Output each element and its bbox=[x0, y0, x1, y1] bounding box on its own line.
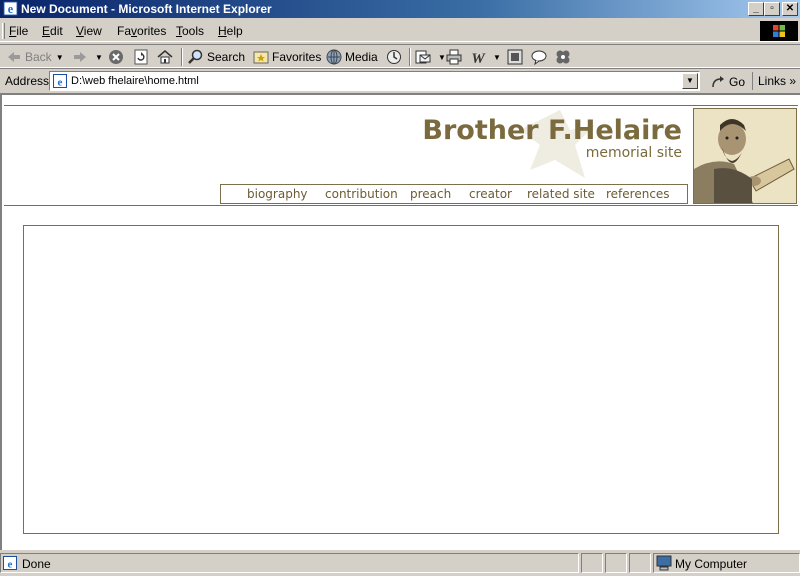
bearded-man-portrait-icon bbox=[694, 109, 796, 203]
svg-text:W: W bbox=[471, 51, 486, 65]
status-panel-main: e Done bbox=[0, 553, 579, 573]
home-button[interactable] bbox=[157, 48, 176, 66]
menu-view[interactable]: View bbox=[76, 24, 102, 38]
close-button[interactable]: ✕ bbox=[782, 2, 798, 16]
favorites-button[interactable]: Favorites bbox=[253, 48, 321, 66]
butterfly-icon bbox=[556, 50, 570, 64]
print-button[interactable] bbox=[446, 48, 465, 66]
status-text: Done bbox=[22, 557, 51, 571]
page-done-icon: e bbox=[3, 556, 17, 570]
mail-button[interactable]: ▼ bbox=[415, 48, 446, 66]
zone-text: My Computer bbox=[675, 557, 748, 571]
edit-dropdown-icon[interactable]: ▼ bbox=[493, 53, 501, 62]
forward-arrow-icon bbox=[74, 52, 86, 62]
header-top-rule bbox=[4, 105, 798, 106]
window-title: New Document - Microsoft Internet Explor… bbox=[21, 2, 272, 16]
address-label: Address bbox=[5, 74, 50, 88]
chevron-right-icon: » bbox=[789, 74, 797, 88]
main-content-box bbox=[23, 225, 779, 534]
edit-word-button[interactable]: W ▼ bbox=[470, 48, 501, 66]
svg-text:e: e bbox=[58, 77, 63, 89]
mail-icon bbox=[415, 50, 431, 64]
status-panel-privacy bbox=[629, 553, 651, 573]
title-bar[interactable]: e New Document - Microsoft Internet Expl… bbox=[0, 0, 800, 18]
search-button[interactable]: Search bbox=[188, 48, 245, 66]
print-icon bbox=[446, 49, 462, 65]
menu-grip[interactable] bbox=[2, 23, 5, 39]
menu-file[interactable]: File bbox=[9, 24, 28, 38]
header-bottom-rule bbox=[4, 205, 798, 206]
nav-preach[interactable]: preach bbox=[410, 187, 451, 201]
address-dropdown-button[interactable]: ▼ bbox=[682, 73, 698, 89]
address-input[interactable]: e D:\web fhelaire\home.html ▼ bbox=[49, 71, 700, 91]
site-nav: biography contribution preach creator re… bbox=[220, 184, 688, 204]
research-button[interactable] bbox=[555, 48, 574, 66]
go-button[interactable]: Go bbox=[710, 74, 745, 90]
stop-icon bbox=[109, 50, 123, 64]
page-viewport[interactable]: Brother F.Helaire memorial site biograph… bbox=[0, 93, 800, 550]
favorites-icon bbox=[253, 51, 269, 64]
nav-contribution[interactable]: contribution bbox=[325, 187, 398, 201]
menu-tools[interactable]: Tools bbox=[176, 24, 204, 38]
status-panel-progress bbox=[581, 553, 603, 573]
status-panel-lock bbox=[605, 553, 627, 573]
address-bar: Address e D:\web fhelaire\home.html ▼ Go… bbox=[0, 68, 800, 92]
nav-creator[interactable]: creator bbox=[469, 187, 512, 201]
messenger-button[interactable] bbox=[531, 48, 550, 66]
toolbar-separator bbox=[409, 48, 411, 66]
site-title: Brother F.Helaire bbox=[422, 115, 682, 146]
stop-button[interactable] bbox=[108, 48, 127, 66]
history-button[interactable] bbox=[386, 48, 405, 66]
media-button[interactable]: Media bbox=[326, 48, 378, 66]
portrait-photo bbox=[693, 108, 797, 204]
menu-help[interactable]: Help bbox=[218, 24, 243, 38]
word-icon: W bbox=[471, 51, 486, 65]
windows-logo-icon bbox=[773, 25, 785, 37]
address-url: D:\web fhelaire\home.html bbox=[71, 75, 199, 87]
toolbar-separator bbox=[181, 48, 183, 66]
refresh-button[interactable] bbox=[133, 48, 152, 66]
chat-bubble-icon bbox=[531, 50, 547, 65]
go-arrow-icon bbox=[712, 76, 724, 88]
status-panel-zone: My Computer bbox=[653, 553, 800, 573]
svg-text:e: e bbox=[8, 559, 13, 571]
nav-biography[interactable]: biography bbox=[247, 187, 308, 201]
windows-throbber bbox=[760, 21, 798, 41]
ie-logo-icon: e bbox=[3, 1, 18, 16]
nav-related-site[interactable]: related site bbox=[527, 187, 595, 201]
nav-references[interactable]: references bbox=[606, 187, 670, 201]
page-icon: e bbox=[53, 74, 67, 88]
forward-dropdown-icon[interactable]: ▼ bbox=[95, 53, 103, 62]
mail-dropdown-icon[interactable]: ▼ bbox=[438, 53, 446, 62]
menu-bar: File Edit View Favorites Tools Help bbox=[0, 20, 800, 42]
standard-toolbar: Back ▼ ▼ Search Favorites Media ▼ W ▼ bbox=[0, 44, 800, 68]
history-icon bbox=[387, 50, 401, 64]
home-icon bbox=[157, 50, 173, 64]
svg-text:e: e bbox=[8, 2, 14, 16]
back-button[interactable]: Back ▼ bbox=[6, 48, 64, 66]
menu-favorites[interactable]: Favorites bbox=[117, 24, 166, 38]
browser-window: e New Document - Microsoft Internet Expl… bbox=[0, 0, 800, 576]
minimize-button[interactable]: _ bbox=[748, 2, 764, 16]
back-dropdown-icon[interactable]: ▼ bbox=[56, 53, 64, 62]
maximize-button[interactable]: ▫ bbox=[764, 2, 780, 16]
status-bar: e Done My Computer bbox=[0, 552, 800, 574]
media-icon bbox=[326, 49, 342, 65]
forward-button[interactable]: ▼ bbox=[72, 48, 103, 66]
search-icon bbox=[188, 49, 203, 64]
links-toolbar[interactable]: Links » bbox=[752, 72, 796, 90]
back-arrow-icon bbox=[8, 52, 20, 62]
menu-edit[interactable]: Edit bbox=[42, 24, 63, 38]
discuss-button[interactable] bbox=[507, 48, 526, 66]
discuss-icon bbox=[507, 49, 523, 65]
site-subtitle: memorial site bbox=[585, 145, 682, 161]
refresh-icon bbox=[134, 49, 148, 65]
computer-icon bbox=[656, 555, 672, 571]
